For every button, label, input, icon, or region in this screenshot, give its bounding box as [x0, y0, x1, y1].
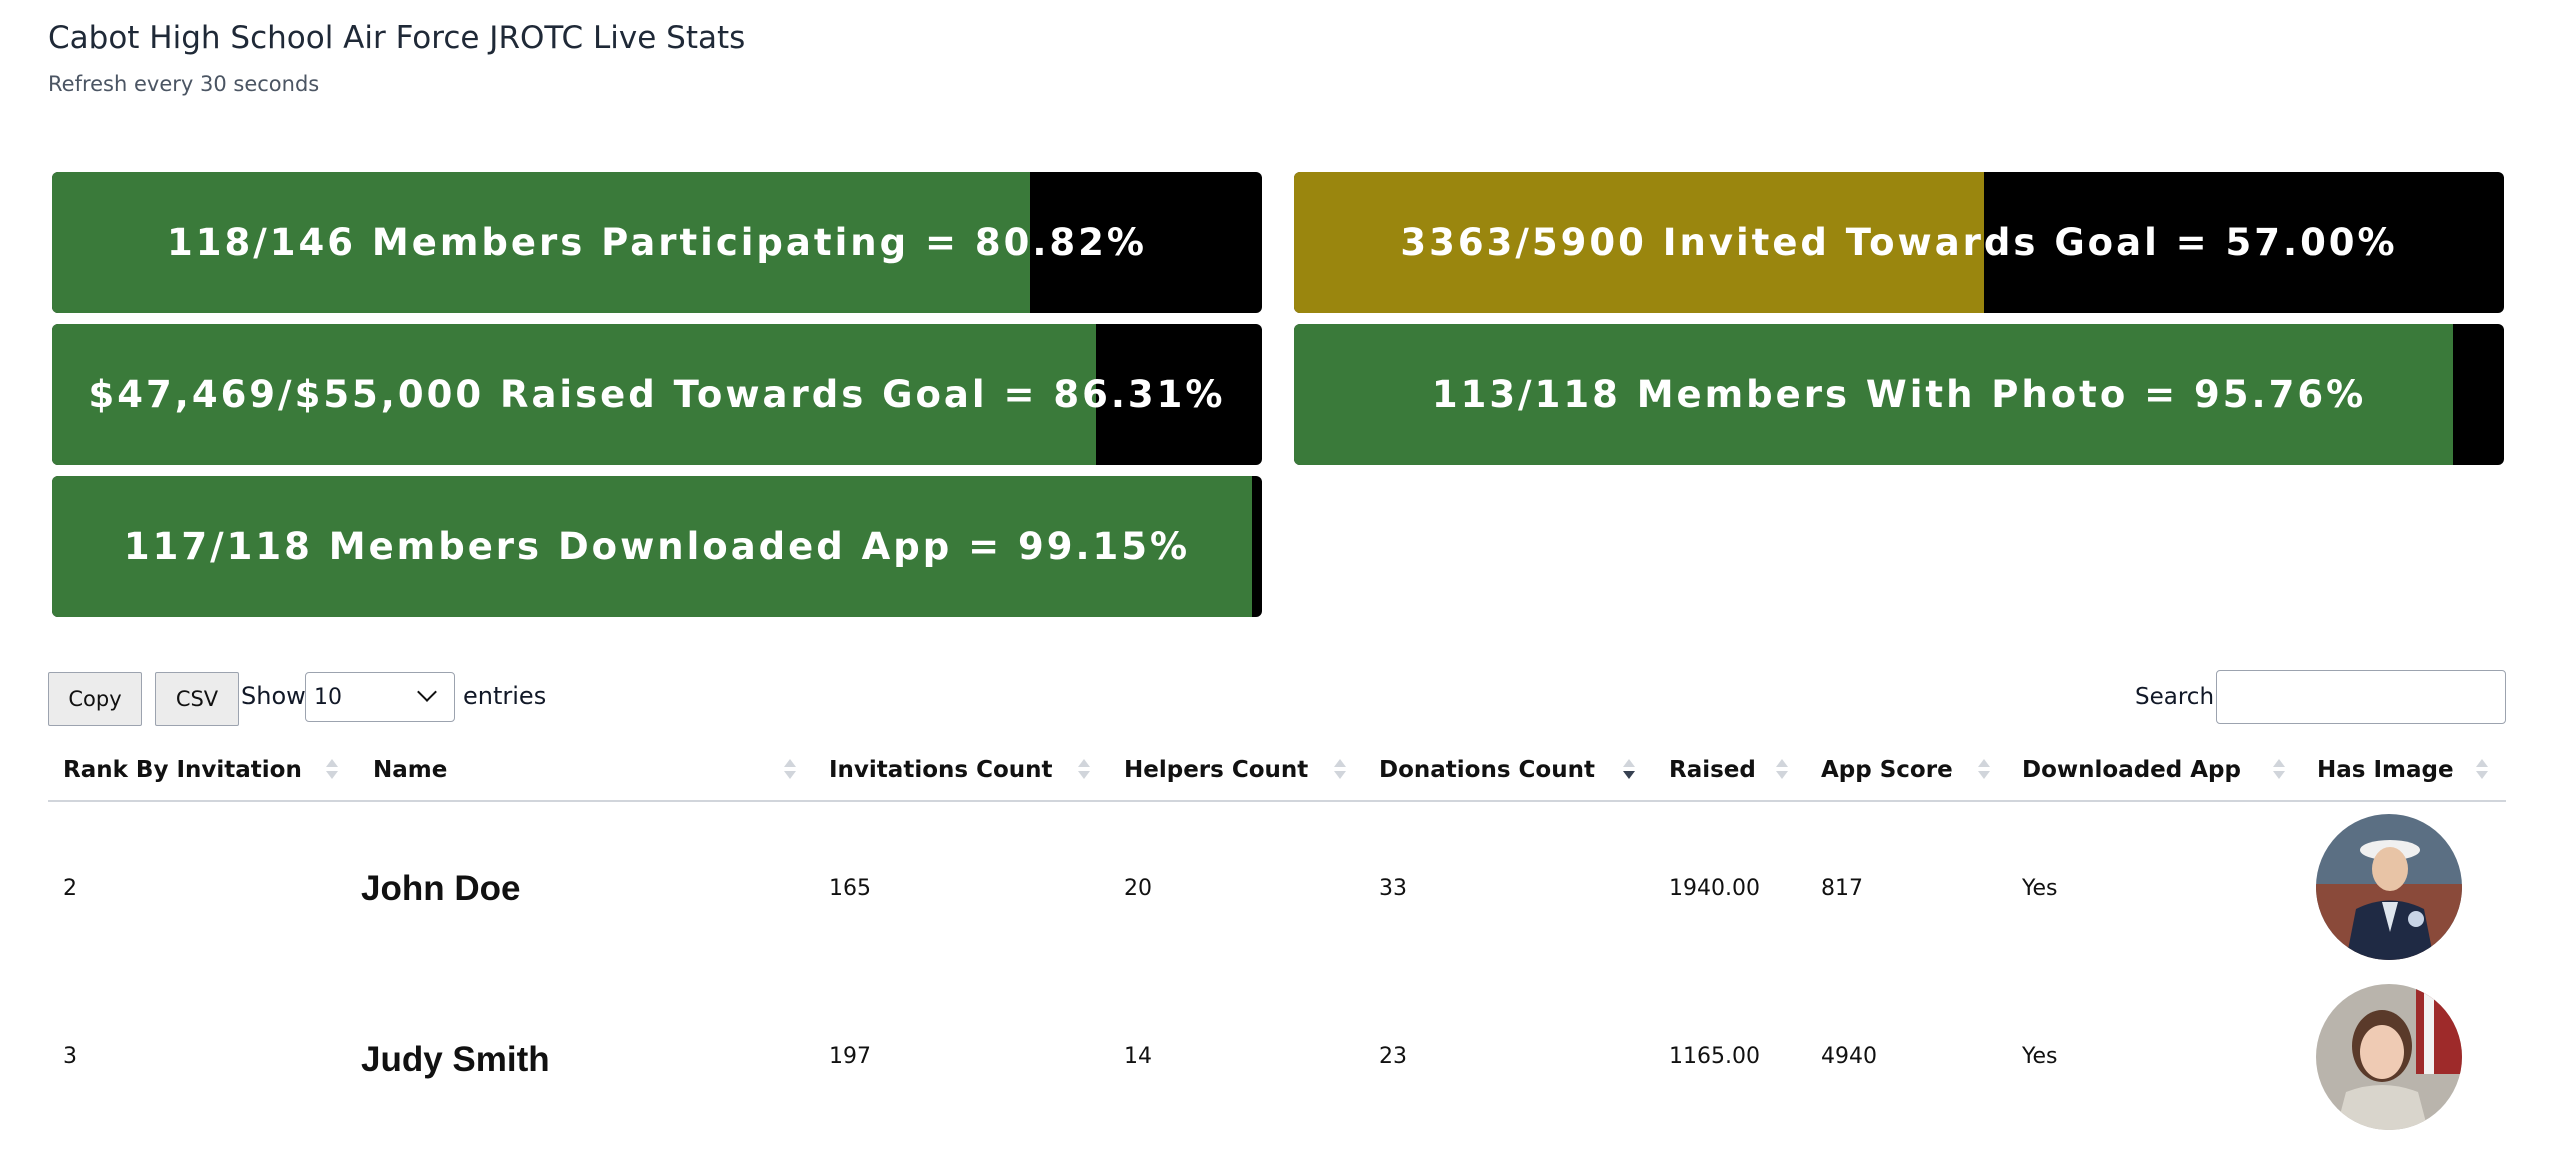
cell-helpers: 20: [1124, 876, 1152, 901]
column-header-raised[interactable]: Raised: [1669, 757, 1756, 783]
cell-donations: 23: [1379, 1044, 1407, 1069]
sort-icon[interactable]: [784, 757, 796, 781]
cell-name: John Doe: [361, 869, 521, 908]
app-download-progress-bar: 117/118 Members Downloaded App = 99.15%: [52, 476, 1262, 617]
participation-progress-bar: 118/146 Members Participating = 80.82%: [52, 172, 1262, 313]
copy-button[interactable]: Copy: [48, 672, 142, 726]
column-header-helpers[interactable]: Helpers Count: [1124, 757, 1308, 783]
column-header-downloaded-app[interactable]: Downloaded App: [2022, 757, 2241, 783]
app-download-progress-label: 117/118 Members Downloaded App = 99.15%: [123, 525, 1191, 568]
raised-progress-label: $47,469/$55,000 Raised Towards Goal = 86…: [88, 373, 1226, 416]
cell-downloaded-app: Yes: [2022, 876, 2058, 901]
column-header-has-image[interactable]: Has Image: [2317, 757, 2454, 783]
cell-invitations: 165: [829, 876, 871, 901]
sort-icon[interactable]: [2273, 757, 2285, 781]
cell-invitations: 197: [829, 1044, 871, 1069]
cell-downloaded-app: Yes: [2022, 1044, 2058, 1069]
page-title: Cabot High School Air Force JROTC Live S…: [48, 20, 746, 56]
participation-progress-label: 118/146 Members Participating = 80.82%: [167, 221, 1147, 264]
sort-icon[interactable]: [326, 757, 338, 781]
avatar: [2316, 984, 2462, 1130]
cell-name: Judy Smith: [361, 1040, 550, 1079]
page-size-select[interactable]: 10: [305, 672, 455, 722]
invitations-progress-label: 3363/5900 Invited Towards Goal = 57.00%: [1400, 221, 2398, 264]
cell-app-score: 817: [1821, 876, 1863, 901]
page-subtitle: Refresh every 30 seconds: [48, 72, 320, 96]
search-input[interactable]: [2216, 670, 2506, 724]
entries-label: entries: [463, 682, 547, 710]
search-label: Search:: [2135, 684, 2222, 710]
cell-app-score: 4940: [1821, 1044, 1877, 1069]
sort-icon[interactable]: [1978, 757, 1990, 781]
raised-progress-bar: $47,469/$55,000 Raised Towards Goal = 86…: [52, 324, 1262, 465]
sort-icon[interactable]: [1334, 757, 1346, 781]
csv-button[interactable]: CSV: [155, 672, 239, 726]
page-size-value: 10: [314, 684, 342, 710]
column-header-name[interactable]: Name: [373, 757, 447, 783]
cell-helpers: 14: [1124, 1044, 1152, 1069]
avatar: [2316, 814, 2462, 960]
photo-progress-label: 113/118 Members With Photo = 95.76%: [1431, 373, 2367, 416]
column-header-donations[interactable]: Donations Count: [1379, 757, 1595, 783]
sort-icon[interactable]: [1078, 757, 1090, 781]
show-label: Show: [241, 682, 306, 710]
photo-progress-bar: 113/118 Members With Photo = 95.76%: [1294, 324, 2504, 465]
table-header-divider: [48, 800, 2506, 802]
cell-raised: 1940.00: [1669, 876, 1760, 901]
cell-raised: 1165.00: [1669, 1044, 1760, 1069]
sort-icon[interactable]: [2476, 757, 2488, 781]
cell-rank: 2: [63, 876, 77, 901]
sort-icon[interactable]: [1776, 757, 1788, 781]
cell-rank: 3: [63, 1044, 77, 1069]
cell-donations: 33: [1379, 876, 1407, 901]
column-header-invitations[interactable]: Invitations Count: [829, 757, 1053, 783]
invitations-progress-bar: 3363/5900 Invited Towards Goal = 57.00%: [1294, 172, 2504, 313]
column-header-rank[interactable]: Rank By Invitation: [63, 757, 302, 783]
column-header-app-score[interactable]: App Score: [1821, 757, 1953, 783]
chevron-down-icon: [417, 682, 437, 702]
sort-desc-icon[interactable]: [1623, 757, 1635, 781]
